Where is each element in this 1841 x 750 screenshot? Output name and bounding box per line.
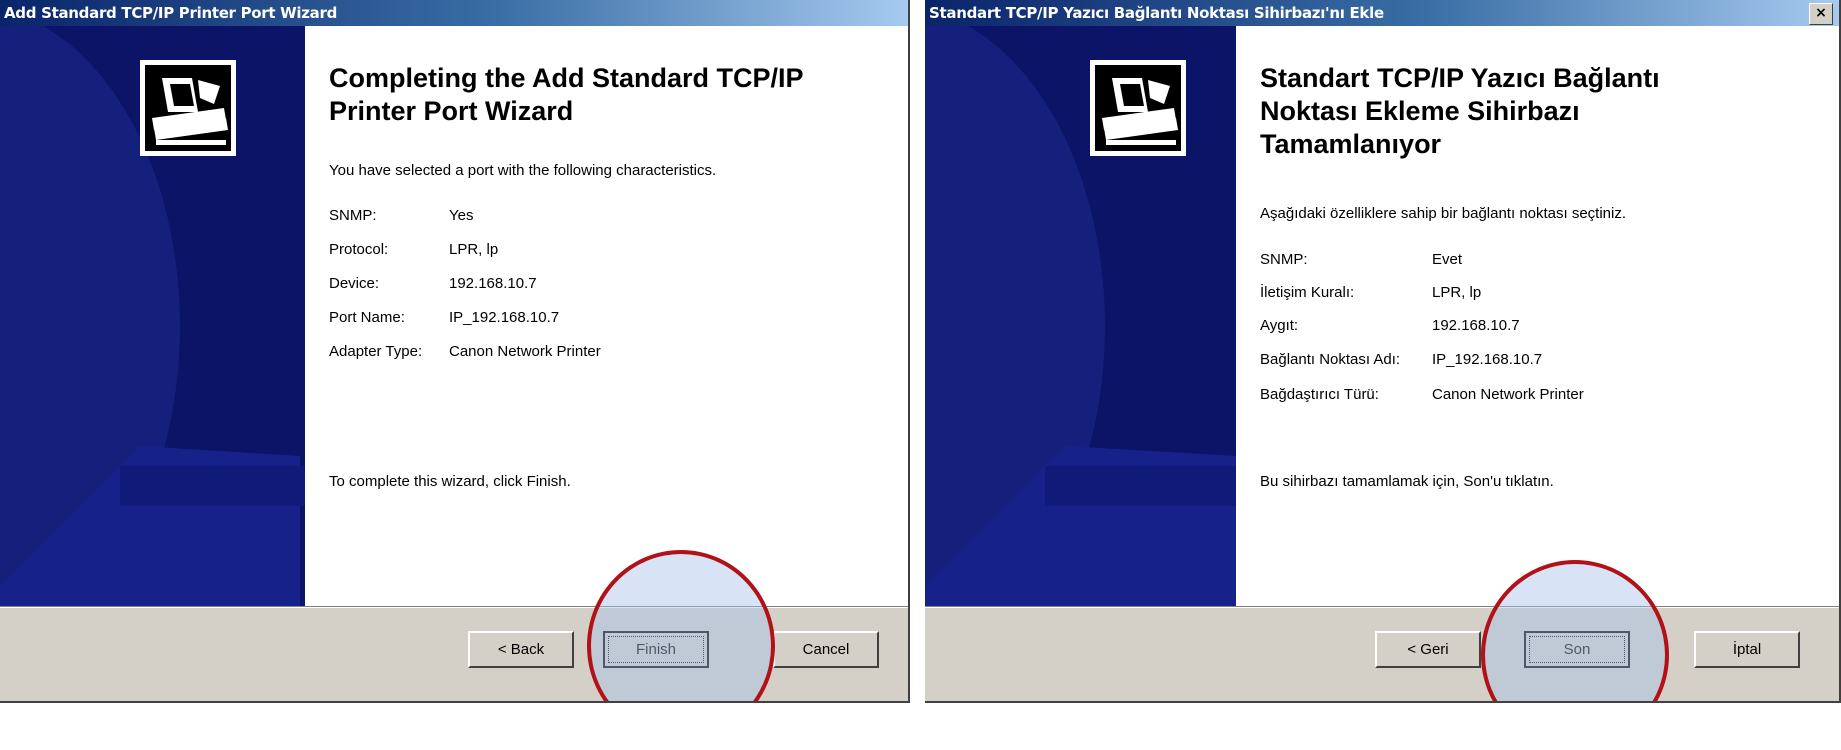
page-title: Completing the Add Standard TCP/IP Print…	[329, 63, 804, 126]
close-icon[interactable]: ×	[1809, 3, 1833, 25]
property-label: Port Name:	[329, 309, 405, 326]
property-value: IP_192.168.10.7	[449, 309, 560, 326]
property-value: Canon Network Printer	[1432, 386, 1584, 403]
property-value: LPR, lp	[1432, 284, 1482, 301]
property-label: Device:	[329, 275, 380, 292]
sidebar-watermark	[925, 26, 1236, 606]
property-label: İletişim Kuralı:	[1260, 284, 1355, 301]
wizard-window-turkish: Standart TCP/IP Yazıcı Bağlantı Noktası …	[925, 0, 1841, 703]
page-title: Standart TCP/IP Yazıcı Bağlantı Noktası …	[1260, 63, 1660, 159]
back-button[interactable]: < Back	[468, 631, 574, 668]
wizard-content: Standart TCP/IP Yazıcı Bağlantı Noktası …	[1236, 26, 1839, 606]
property-label: Aygıt:	[1260, 317, 1299, 334]
property-value: IP_192.168.10.7	[1432, 351, 1543, 368]
property-label: SNMP:	[329, 207, 377, 224]
wizard-sidebar-graphic	[0, 26, 305, 606]
back-button[interactable]: < Geri	[1375, 631, 1481, 668]
property-label: Adapter Type:	[329, 343, 423, 360]
title-bar[interactable]: Add Standard TCP/IP Printer Port Wizard	[0, 0, 908, 26]
wizard-content: Completing the Add Standard TCP/IP Print…	[305, 26, 908, 606]
wizard-printer-icon	[1090, 60, 1186, 156]
property-label: Protocol:	[329, 241, 389, 258]
property-label: Bağlantı Noktası Adı:	[1260, 351, 1401, 368]
wizard-sidebar-graphic	[925, 26, 1236, 606]
completion-instruction: Bu sihirbazı tamamlamak için, Son'u tıkl…	[1260, 473, 1554, 490]
property-value: 192.168.10.7	[449, 275, 537, 292]
intro-text: You have selected a port with the follow…	[329, 162, 717, 179]
property-value: LPR, lp	[449, 241, 499, 258]
wizard-window-english: Add Standard TCP/IP Printer Port Wizard …	[0, 0, 910, 703]
button-separator	[0, 606, 908, 608]
completion-instruction: To complete this wizard, click Finish.	[329, 473, 571, 490]
property-value: Evet	[1432, 251, 1463, 268]
property-value: 192.168.10.7	[1432, 317, 1520, 334]
property-label: SNMP:	[1260, 251, 1308, 268]
button-separator	[925, 606, 1839, 608]
property-label: Bağdaştırıcı Türü:	[1260, 386, 1379, 403]
wizard-printer-icon	[140, 60, 236, 156]
cancel-button[interactable]: İptal	[1694, 631, 1800, 668]
property-value: Yes	[449, 207, 474, 224]
title-bar[interactable]: Standart TCP/IP Yazıcı Bağlantı Noktası …	[925, 0, 1839, 26]
property-value: Canon Network Printer	[449, 343, 601, 360]
cancel-button[interactable]: Cancel	[773, 631, 879, 668]
intro-text: Aşağıdaki özelliklere sahip bir bağlantı…	[1260, 205, 1627, 222]
